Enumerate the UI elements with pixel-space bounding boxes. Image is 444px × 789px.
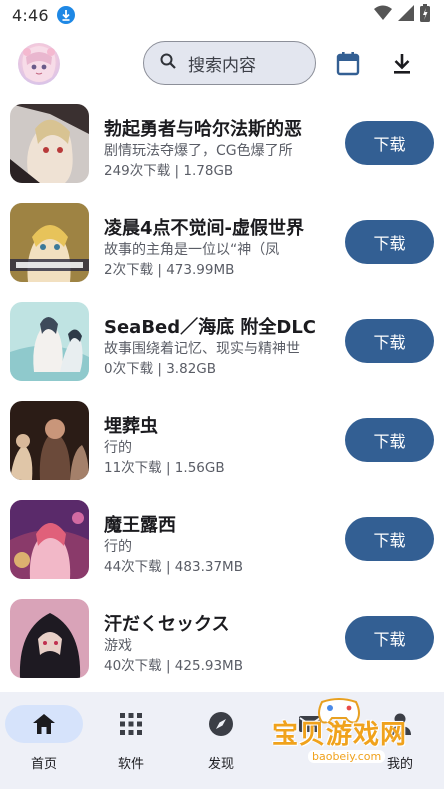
item-description: 故事围绕着记忆、现实与精神世	[104, 341, 300, 357]
item-title: 勃起勇者与哈尔法斯的恶	[104, 119, 302, 140]
list-item[interactable]: SeaBed／海底 附全DLC 故事围绕着记忆、现实与精神世 0次下载 | 3.…	[0, 293, 444, 392]
nav-item-discover[interactable]: 发现	[177, 692, 265, 789]
nav-label: 软件	[117, 757, 144, 772]
item-title: 汗だくセックス	[104, 614, 230, 635]
avatar[interactable]	[18, 43, 60, 85]
item-meta: 0次下载 | 3.82GB	[104, 361, 217, 377]
watermark-url: baobeiy.com	[308, 750, 386, 763]
download-arrow-icon	[56, 6, 75, 24]
item-description: 行的	[104, 440, 132, 456]
download-item-button[interactable]: 下载	[345, 319, 434, 363]
list-item[interactable]: 魔王露西 行的 44次下载 | 483.37MB 下载	[0, 491, 444, 590]
item-title: 魔王露西	[104, 515, 176, 536]
download-item-button[interactable]: 下载	[345, 616, 434, 660]
item-description: 行的	[104, 539, 132, 555]
status-bar: 4:46	[0, 0, 444, 30]
wifi-icon	[374, 5, 392, 25]
list-item[interactable]: 汗だくセックス 游戏 40次下载 | 425.93MB 下载	[0, 590, 444, 689]
game-thumbnail	[10, 401, 89, 480]
item-description: 剧情玩法夺爆了，CG色爆了所	[104, 143, 293, 159]
status-time: 4:46	[12, 5, 49, 25]
download-item-button[interactable]: 下载	[345, 517, 434, 561]
grid-icon	[120, 713, 142, 735]
watermark-text: 宝贝游戏网	[272, 720, 408, 750]
list-item[interactable]: 勃起勇者与哈尔法斯的恶 剧情玩法夺爆了，CG色爆了所 249次下载 | 1.78…	[0, 95, 444, 194]
nav-label: 首页	[30, 757, 57, 772]
item-meta: 2次下载 | 473.99MB	[104, 262, 235, 278]
nav-item-software[interactable]: 软件	[87, 692, 175, 789]
game-thumbnail	[10, 203, 89, 282]
site-watermark: 宝贝游戏网 baobeiy.com	[262, 696, 422, 776]
item-description: 游戏	[104, 638, 132, 654]
calendar-icon	[336, 52, 360, 76]
battery-icon	[420, 4, 430, 26]
calendar-button[interactable]	[334, 50, 362, 78]
search-icon	[160, 53, 176, 73]
item-description: 故事的主角是一位以“神（凤	[104, 242, 280, 258]
download-icon	[394, 54, 410, 74]
nav-pill	[92, 705, 170, 743]
list-item[interactable]: 埋葬虫 行的 11次下载 | 1.56GB 下载	[0, 392, 444, 491]
home-icon	[33, 714, 55, 734]
item-meta: 249次下载 | 1.78GB	[104, 163, 234, 179]
item-meta: 40次下载 | 425.93MB	[104, 658, 243, 674]
download-button[interactable]	[389, 50, 415, 78]
nav-pill	[5, 705, 83, 743]
nav-pill	[182, 705, 260, 743]
search-placeholder: 搜索内容	[188, 55, 256, 76]
download-item-button[interactable]: 下载	[345, 418, 434, 462]
download-item-button[interactable]: 下载	[345, 121, 434, 165]
item-title: 埋葬虫	[104, 416, 158, 437]
compass-icon	[209, 712, 233, 736]
item-meta: 11次下载 | 1.56GB	[104, 460, 225, 476]
game-thumbnail	[10, 302, 89, 381]
top-bar: 搜索内容	[0, 38, 444, 94]
item-meta: 44次下载 | 483.37MB	[104, 559, 243, 575]
game-thumbnail	[10, 104, 89, 183]
game-list: 勃起勇者与哈尔法斯的恶 剧情玩法夺爆了，CG色爆了所 249次下载 | 1.78…	[0, 95, 444, 689]
game-thumbnail	[10, 500, 89, 579]
item-title: SeaBed／海底 附全DLC	[104, 317, 317, 338]
nav-label: 发现	[207, 757, 234, 772]
list-item[interactable]: 凌晨4点不觉间-虚假世界 故事的主角是一位以“神（凤 2次下载 | 473.99…	[0, 194, 444, 293]
download-item-button[interactable]: 下载	[345, 220, 434, 264]
signal-icon	[398, 5, 414, 25]
search-input[interactable]: 搜索内容	[143, 41, 316, 85]
item-title: 凌晨4点不觉间-虚假世界	[104, 218, 304, 239]
nav-item-home[interactable]: 首页	[0, 692, 88, 789]
game-thumbnail	[10, 599, 89, 678]
